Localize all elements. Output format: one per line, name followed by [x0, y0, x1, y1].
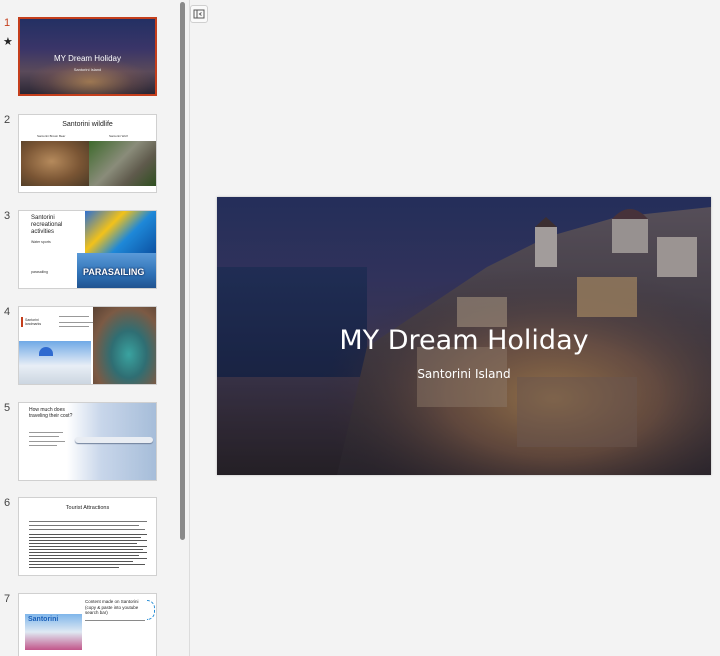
thumbnail-subtitle: Santorini Island [73, 67, 102, 72]
slide-number: 5 [4, 402, 11, 414]
text-line [29, 558, 147, 559]
thumbnail-title: MY Dream Holiday [54, 54, 121, 63]
caldera-aerial-image [93, 307, 156, 384]
text-line [29, 537, 141, 538]
slide-thumbnail-4[interactable]: Santorini landmarks [18, 306, 157, 385]
text-line [29, 549, 143, 550]
text-line [29, 540, 147, 541]
slide-subtitle[interactable]: Santorini Island [217, 367, 711, 381]
slide-thumbnail-1[interactable]: MY Dream Holiday Santorini Island [18, 17, 157, 96]
thumbnail-title: Santorini recreational activities [31, 215, 63, 235]
text-line [29, 521, 147, 522]
parasailing-image-text: PARASAILING [83, 267, 145, 277]
parasailing-image: PARASAILING [77, 253, 156, 288]
slide-thumbnail-row-3[interactable]: 3 Santorini recreational activities Wate… [0, 210, 180, 292]
slide-title[interactable]: MY Dream Holiday [217, 325, 711, 356]
text-line [29, 561, 133, 562]
text-line [29, 546, 147, 547]
thumbnail-bullet: parasailing [31, 270, 48, 274]
start-slide-star-icon: ★ [3, 36, 13, 48]
photo-text: Santorini [28, 616, 59, 623]
slide-thumbnail-pane: 1 ★ MY Dream Holiday Santorini Island 2 … [0, 0, 189, 656]
slide-thumbnail-row-1[interactable]: 1 ★ MY Dream Holiday Santorini Island [0, 17, 180, 99]
slide-thumbnail-row-6[interactable]: 6 Tourist Attractions [0, 497, 180, 579]
text-line [29, 564, 145, 565]
blue-dome [39, 347, 53, 356]
text-line [29, 555, 139, 556]
thumbnail-title: Content made on Santorini (copy & paste … [85, 599, 139, 615]
accent-bar [21, 317, 23, 327]
text-line [59, 326, 89, 327]
text-line [29, 436, 59, 437]
santorini-photo: Santorini [25, 614, 82, 650]
bear-image [21, 141, 89, 186]
thumbnail-title: Santorini landmarks [25, 318, 42, 326]
slide-thumbnail-6[interactable]: Tourist Attractions [18, 497, 157, 576]
main-slide-canvas[interactable]: MY Dream Holiday Santorini Island [217, 197, 711, 475]
thumbnail-caption: Santorini Wolf [109, 134, 128, 138]
text-line [29, 445, 57, 446]
slide-thumbnail-row-4[interactable]: 4 Santorini landmarks [0, 306, 180, 388]
slide-thumbnail-7[interactable]: Content made on Santorini (copy & paste … [18, 593, 157, 656]
text-line [59, 322, 93, 323]
decorative-arc [147, 600, 155, 620]
thumbnail-caption: Santorini Brown Bear [37, 134, 66, 138]
wolf-image [89, 141, 156, 186]
slide-thumbnail-2[interactable]: Santorini wildlife Santorini Brown Bear … [18, 114, 157, 193]
slide-thumbnail-row-7[interactable]: 7 Content made on Santorini (copy & past… [0, 593, 180, 656]
text-line [59, 316, 89, 317]
slide-number: 6 [4, 497, 11, 509]
thumbnail-title: How much does traveling their cost? [29, 407, 73, 419]
airplane-image [75, 437, 153, 443]
slide-number: 4 [4, 306, 11, 318]
text-line [29, 441, 65, 442]
collapse-thumbnails-button[interactable] [190, 5, 208, 23]
slide-number: 1 [4, 17, 11, 29]
church-image [19, 341, 91, 384]
thumbnail-pane-scrollbar[interactable] [180, 2, 185, 540]
slide-thumbnail-row-5[interactable]: 5 How much does traveling their cost? [0, 402, 180, 484]
slide-number: 7 [4, 593, 11, 605]
slide-thumbnail-3[interactable]: Santorini recreational activities Water … [18, 210, 157, 289]
town-lights-image [30, 59, 150, 94]
thumbnail-bullet: Water sports [31, 240, 51, 244]
text-line [29, 534, 147, 535]
text-line [29, 432, 63, 433]
slide-thumbnail-5[interactable]: How much does traveling their cost? [18, 402, 157, 481]
text-line [85, 620, 145, 621]
panel-collapse-icon [193, 9, 205, 19]
water-sports-image [85, 211, 156, 253]
slide-number: 3 [4, 210, 11, 222]
text-line [29, 543, 137, 544]
text-line [29, 567, 119, 568]
text-line [29, 552, 147, 553]
text-line [29, 529, 145, 530]
text-line [29, 525, 139, 526]
slide-thumbnail-row-2[interactable]: 2 Santorini wildlife Santorini Brown Bea… [0, 114, 180, 196]
pane-divider [189, 0, 190, 656]
thumbnail-title: Santorini wildlife [62, 121, 113, 128]
slide-number: 2 [4, 114, 11, 126]
thumbnail-title: Tourist Attractions [65, 505, 110, 511]
